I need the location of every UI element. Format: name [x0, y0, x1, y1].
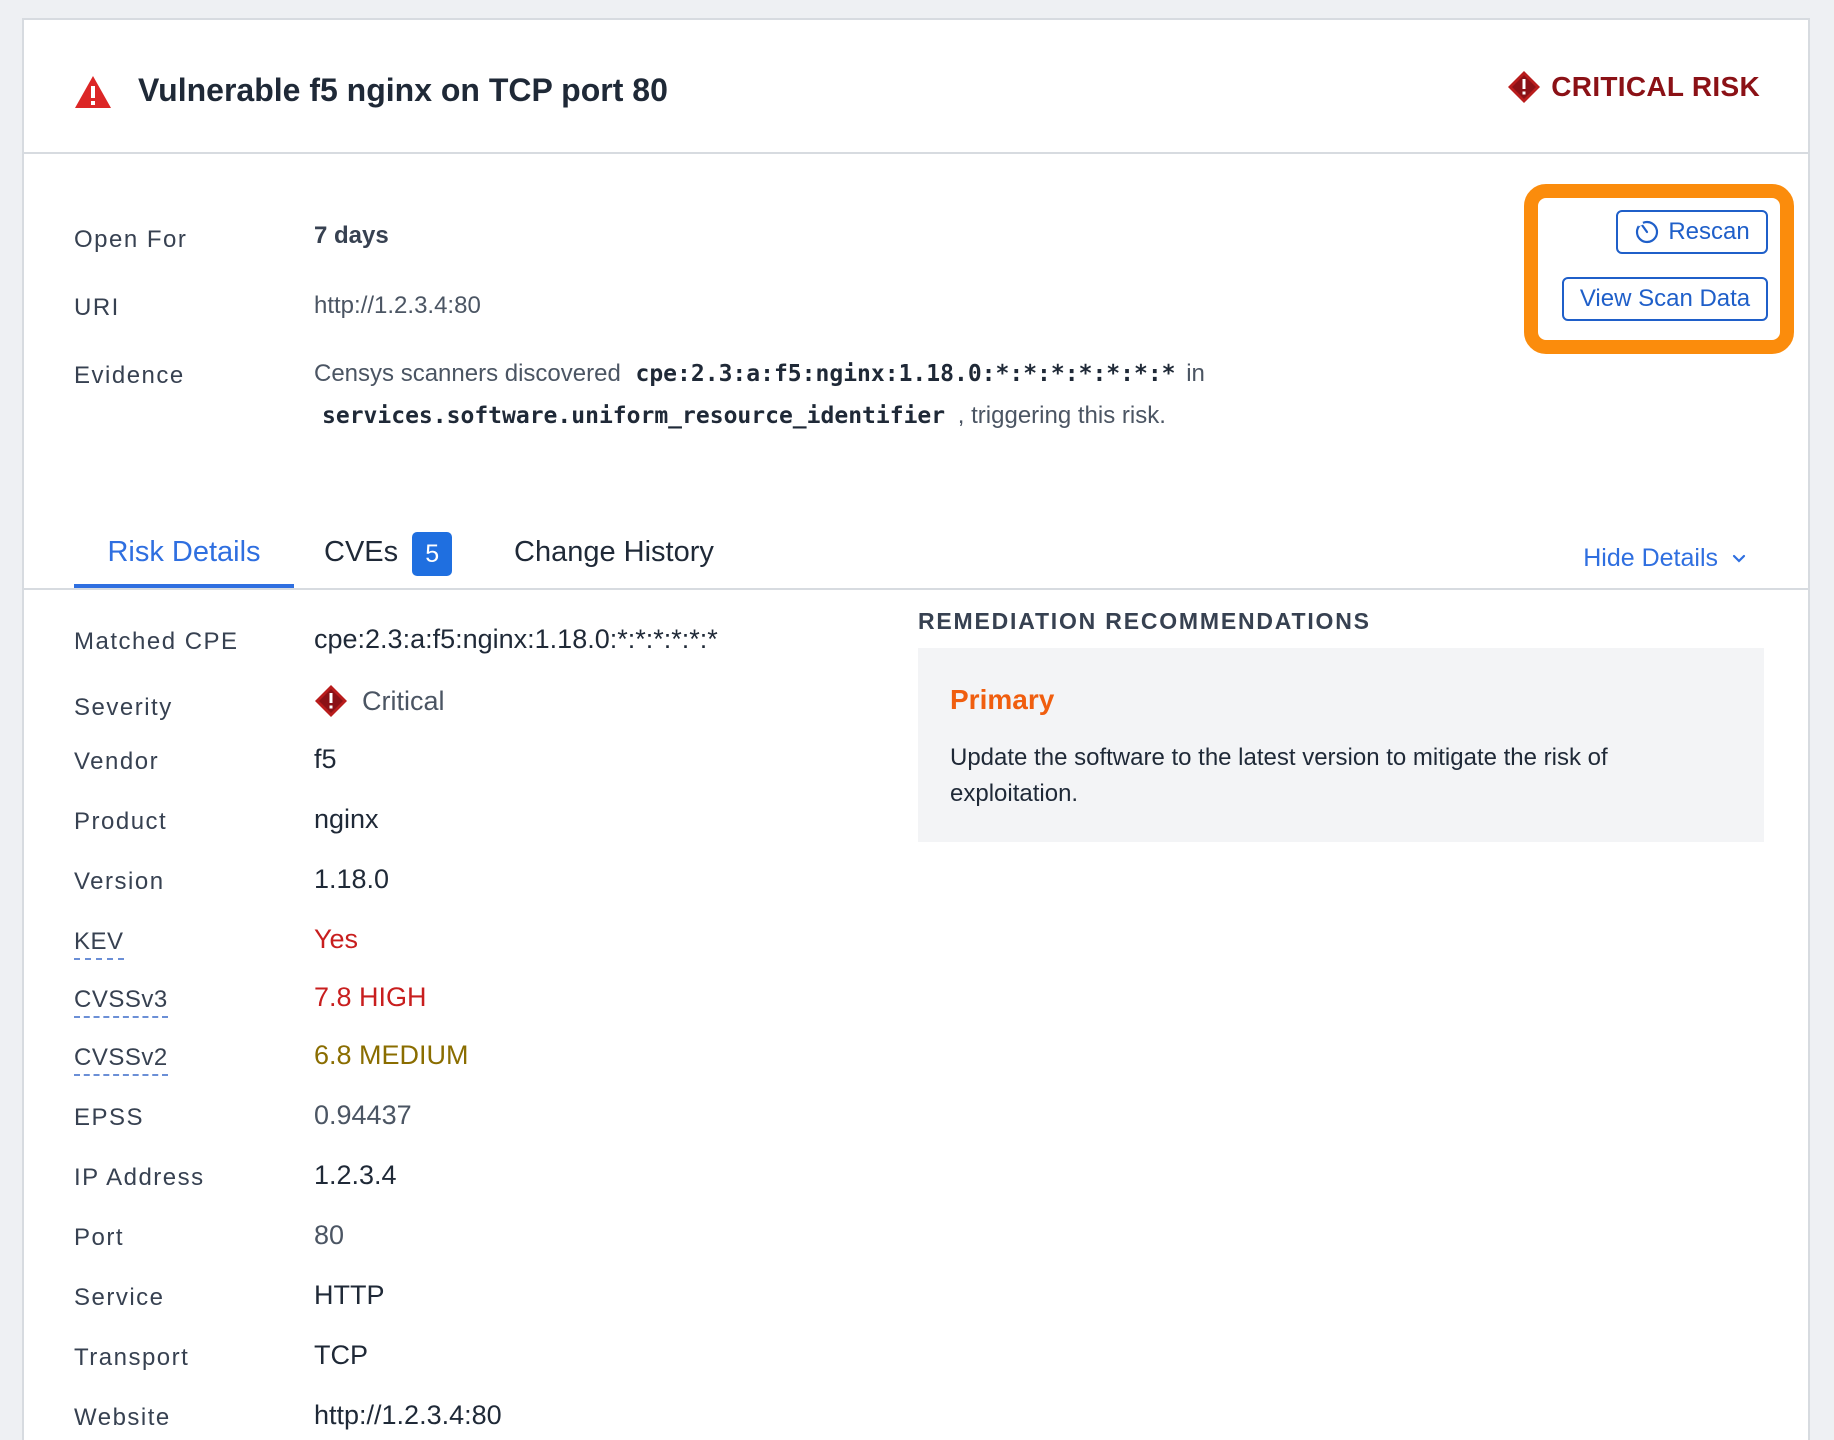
website-value[interactable]: http://1.2.3.4:80 [314, 1400, 502, 1431]
rescan-button[interactable]: Rescan [1616, 210, 1768, 254]
kev-label[interactable]: KEV [74, 928, 124, 960]
cvss2-label[interactable]: CVSSv2 [74, 1044, 168, 1076]
severity-value: Critical [314, 684, 445, 718]
evidence-prefix: Censys scanners discovered [314, 360, 621, 387]
risk-header: Vulnerable f5 nginx on TCP port 80 CRITI… [24, 20, 1808, 154]
remediation-title: REMEDIATION RECOMMENDATIONS [918, 608, 1371, 634]
transport-label: Transport [74, 1344, 190, 1371]
risk-card: Vulnerable f5 nginx on TCP port 80 CRITI… [22, 18, 1810, 1440]
cves-count-badge: 5 [412, 532, 453, 576]
rescan-label: Rescan [1668, 218, 1750, 245]
hide-details-label: Hide Details [1583, 544, 1718, 572]
critical-diamond-icon [315, 685, 347, 717]
service-label: Service [74, 1284, 165, 1311]
kev-value: Yes [314, 924, 359, 954]
epss-value: 0.94437 [314, 1100, 412, 1130]
open-for-label: Open For [74, 226, 188, 253]
website-label: Website [74, 1404, 171, 1431]
product-value: nginx [314, 804, 379, 834]
critical-diamond-icon [1508, 71, 1541, 103]
severity-label: Severity [74, 694, 173, 721]
tab-cves-label: CVEs [324, 536, 399, 568]
detail-tabs: Risk Details CVEs 5 Change History Hide … [24, 520, 1808, 590]
severity-text: Critical [362, 685, 445, 716]
cvss3-value: 7.8 HIGH [314, 982, 427, 1012]
chevron-down-icon [1732, 554, 1746, 563]
ip-address-value: 1.2.3.4 [314, 1160, 397, 1190]
matched-cpe-value: cpe:2.3:a:f5:nginx:1.18.0:*:*:*:*:*:* [314, 624, 718, 654]
service-value: HTTP [314, 1280, 385, 1310]
remediation-box: Primary Update the software to the lates… [918, 648, 1764, 842]
rescan-icon [1636, 220, 1659, 244]
risk-level-label: CRITICAL RISK [1551, 71, 1760, 102]
version-value: 1.18.0 [314, 864, 390, 894]
tab-risk-details-label: Risk Details [107, 536, 261, 568]
uri-label: URI [74, 294, 120, 321]
uri-value: http://1.2.3.4:80 [314, 292, 481, 319]
evidence-line-2: services.software.uniform_resource_ident… [322, 402, 1166, 430]
page-title: Vulnerable f5 nginx on TCP port 80 [138, 72, 668, 108]
transport-value: TCP [314, 1340, 368, 1370]
cvss3-label[interactable]: CVSSv3 [74, 986, 168, 1018]
evidence-line-1: Censys scanners discovered cpe:2.3:a:f5:… [314, 360, 1205, 388]
scan-actions-highlight: Rescan View Scan Data [1524, 184, 1794, 354]
tab-risk-details[interactable]: Risk Details [74, 520, 294, 588]
tab-change-history-label: Change History [514, 536, 714, 568]
port-label: Port [74, 1224, 125, 1251]
remediation-primary-label: Primary [950, 684, 1055, 715]
ip-address-label: IP Address [74, 1164, 205, 1191]
hide-details-toggle[interactable]: Hide Details [1583, 544, 1746, 573]
port-value: 80 [314, 1220, 345, 1250]
evidence-suffix: , triggering this risk. [957, 402, 1166, 429]
tab-cves[interactable]: CVEs 5 [324, 520, 453, 588]
risk-level-badge: CRITICAL RISK [1507, 70, 1760, 104]
matched-cpe-label: Matched CPE [74, 628, 239, 655]
vendor-label: Vendor [74, 748, 160, 775]
epss-label: EPSS [74, 1104, 145, 1131]
evidence-field: services.software.uniform_resource_ident… [322, 403, 946, 429]
evidence-in: in [1186, 360, 1205, 387]
tab-change-history[interactable]: Change History [514, 520, 714, 588]
vendor-value: f5 [314, 744, 337, 774]
open-for-value: 7 days [314, 222, 389, 249]
cvss2-value: 6.8 MEDIUM [314, 1040, 469, 1070]
evidence-cpe: cpe:2.3:a:f5:nginx:1.18.0:*:*:*:*:*:*:* [635, 361, 1176, 387]
evidence-label: Evidence [74, 362, 185, 389]
warning-triangle-icon [75, 76, 111, 108]
remediation-primary-text: Update the software to the latest versio… [950, 744, 1608, 807]
view-scan-data-button[interactable]: View Scan Data [1562, 277, 1768, 321]
product-label: Product [74, 808, 168, 835]
version-label: Version [74, 868, 165, 895]
